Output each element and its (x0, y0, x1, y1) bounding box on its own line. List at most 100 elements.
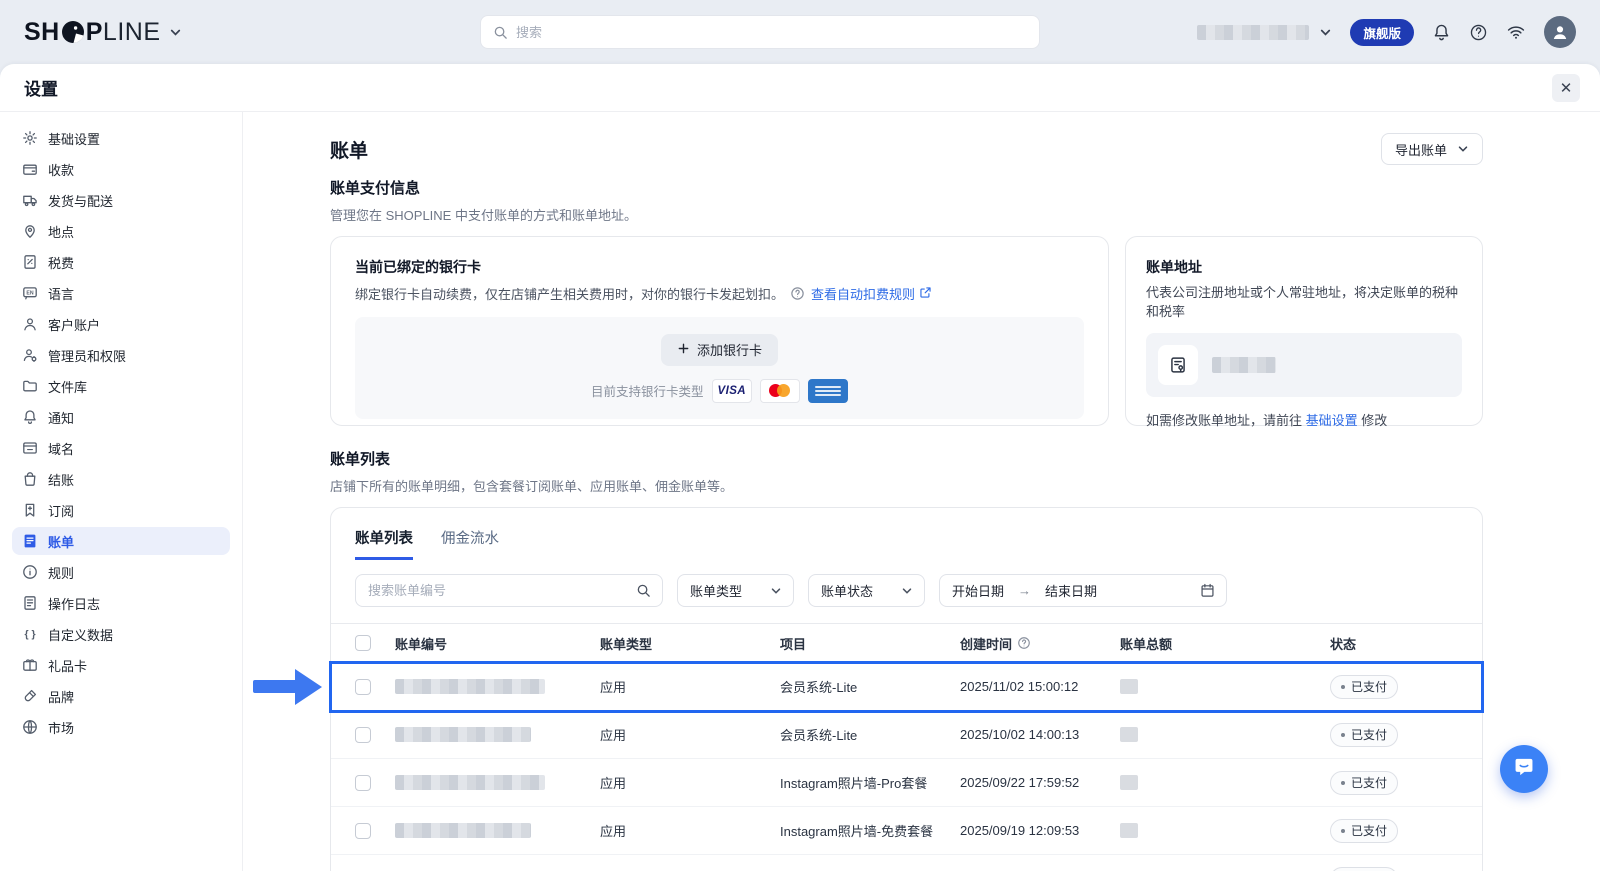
global-search-input[interactable] (516, 25, 1027, 40)
add-bank-card-label: 添加银行卡 (697, 340, 762, 359)
chevron-down-icon (770, 585, 782, 597)
sidebar-item-label: 品牌 (48, 687, 74, 706)
sidebar-item-label: 收款 (48, 160, 74, 179)
column-header-3: 创建时间 (960, 634, 1120, 653)
gift-icon (22, 657, 38, 673)
status-label: 已支付 (1351, 678, 1387, 695)
sidebar-item-bell[interactable]: 通知 (12, 403, 230, 431)
auto-charge-rules-link[interactable]: 查看自动扣费规则 (811, 284, 932, 303)
select-all-checkbox[interactable] (355, 635, 371, 651)
sidebar-item-location[interactable]: 地点 (12, 217, 230, 245)
svg-text:{ }: { } (24, 629, 35, 641)
sidebar-item-bag[interactable]: 结账 (12, 465, 230, 493)
sidebar-item-brush[interactable]: 品牌 (12, 682, 230, 710)
status-badge: 已支付 (1330, 819, 1398, 843)
bill-item: Instagram照片墙-Pro套餐 (780, 773, 960, 792)
bill-number-redacted (395, 727, 531, 742)
bill-status-filter[interactable]: 账单状态 (808, 574, 925, 607)
add-bank-card-button[interactable]: 添加银行卡 (661, 334, 778, 366)
bill-number-redacted (395, 679, 545, 694)
table-row[interactable]: 应用会员系统-Lite2025/10/02 14:00:13已支付 (331, 711, 1482, 759)
sidebar-item-user[interactable]: 客户账户 (12, 310, 230, 338)
column-label: 状态 (1330, 634, 1356, 653)
status-dot-icon (1341, 829, 1345, 833)
user-icon (22, 316, 38, 332)
sidebar-item-label: 操作日志 (48, 594, 100, 613)
address-footer-suffix: 修改 (1361, 413, 1387, 428)
billing-address-title: 账单地址 (1146, 257, 1462, 277)
address-footer-prefix: 如需修改账单地址，请前往 (1146, 413, 1302, 428)
row-checkbox[interactable] (355, 775, 371, 791)
gear-icon (22, 130, 38, 146)
column-label: 账单类型 (600, 634, 652, 653)
export-bills-button[interactable]: 导出账单 (1381, 133, 1483, 165)
bill-number-search-input[interactable] (368, 583, 628, 598)
account-avatar[interactable] (1544, 16, 1576, 48)
sidebar-item-domain[interactable]: 域名 (12, 434, 230, 462)
bill-type-filter[interactable]: 账单类型 (677, 574, 794, 607)
sidebar-item-label: 发货与配送 (48, 191, 113, 210)
sidebar-item-label: 税费 (48, 253, 74, 272)
network-wifi-icon[interactable] (1506, 22, 1526, 42)
help-icon[interactable] (1469, 23, 1488, 42)
notifications-bell-icon[interactable] (1432, 23, 1451, 42)
status-dot-icon (1341, 781, 1345, 785)
column-label: 项目 (780, 634, 806, 653)
amex-icon (808, 379, 848, 403)
table-row[interactable]: 应用会员系统-Lite2025/11/02 15:00:12已支付 (331, 663, 1482, 711)
row-checkbox[interactable] (355, 823, 371, 839)
close-icon[interactable]: ✕ (1552, 74, 1580, 102)
sidebar-item-log[interactable]: 操作日志 (12, 589, 230, 617)
address-document-icon (1158, 345, 1198, 385)
sidebar-item-language[interactable]: EN语言 (12, 279, 230, 307)
tab-0[interactable]: 账单列表 (355, 527, 413, 560)
sidebar-item-gear[interactable]: 基础设置 (12, 124, 230, 152)
sidebar-item-wallet[interactable]: 收款 (12, 155, 230, 183)
sidebar-item-label: 域名 (48, 439, 74, 458)
row-checkbox[interactable] (355, 679, 371, 695)
billing-tabs: 账单列表佣金流水 (331, 508, 1482, 560)
arrow-right-icon: → (1018, 583, 1031, 598)
billing-list-card: 账单列表佣金流水 账单类型 账单状态 开始日期 (330, 507, 1483, 871)
sidebar-item-braces[interactable]: { }自定义数据 (12, 620, 230, 648)
sidebar-item-label: 通知 (48, 408, 74, 427)
sidebar-item-info[interactable]: 规则 (12, 558, 230, 586)
sidebar-item-admin[interactable]: 管理员和权限 (12, 341, 230, 369)
supported-card-types-label: 目前支持银行卡类型 (591, 381, 704, 400)
chevron-down-icon (1457, 143, 1469, 155)
date-range-filter[interactable]: 开始日期 → 结束日期 (939, 574, 1227, 607)
sidebar-item-bookmark[interactable]: 订阅 (12, 496, 230, 524)
store-switcher[interactable] (1197, 25, 1332, 40)
table-row[interactable]: 应用Instagram照片墙-免费套餐2025/09/19 12:09:53已支… (331, 807, 1482, 855)
row-checkbox[interactable] (355, 727, 371, 743)
bill-number-search[interactable] (355, 574, 663, 607)
payment-section-heading: 账单支付信息 (330, 177, 1483, 198)
shopline-logo[interactable]: SHPLINE (24, 18, 182, 47)
status-label: 已支付 (1351, 726, 1387, 743)
basic-settings-link[interactable]: 基础设置 (1306, 410, 1358, 429)
bank-card-empty-panel: 添加银行卡 目前支持银行卡类型 VISA (355, 317, 1084, 419)
sidebar-item-folder[interactable]: 文件库 (12, 372, 230, 400)
table-row[interactable]: 应用会员系统-Lite2025/09/01 10:00:10已支付 (331, 855, 1482, 871)
chevron-down-icon (169, 26, 182, 39)
start-date-label: 开始日期 (952, 581, 1004, 600)
table-row[interactable]: 应用Instagram照片墙-Pro套餐2025/09/22 17:59:52已… (331, 759, 1482, 807)
bookmark-icon (22, 502, 38, 518)
bill-amount-redacted (1120, 823, 1138, 838)
sidebar-item-tax[interactable]: 税费 (12, 248, 230, 276)
plan-badge[interactable]: 旗舰版 (1350, 19, 1414, 46)
column-label: 账单总额 (1120, 634, 1172, 653)
mastercard-icon (760, 379, 800, 403)
sidebar-item-truck[interactable]: 发货与配送 (12, 186, 230, 214)
sidebar-item-billing[interactable]: 账单 (12, 527, 230, 555)
settings-header: 设置 ✕ (0, 64, 1600, 112)
global-search[interactable] (480, 15, 1040, 49)
shopline-wordmark: SHPLINE (24, 18, 161, 47)
sidebar-item-globe[interactable]: 市场 (12, 713, 230, 741)
support-chat-button[interactable] (1500, 745, 1548, 793)
tab-1[interactable]: 佣金流水 (441, 527, 499, 560)
sidebar-item-gift[interactable]: 礼品卡 (12, 651, 230, 679)
bill-type: 应用 (600, 773, 780, 792)
help-circle-icon[interactable] (1017, 636, 1031, 650)
help-circle-icon[interactable] (790, 286, 805, 301)
